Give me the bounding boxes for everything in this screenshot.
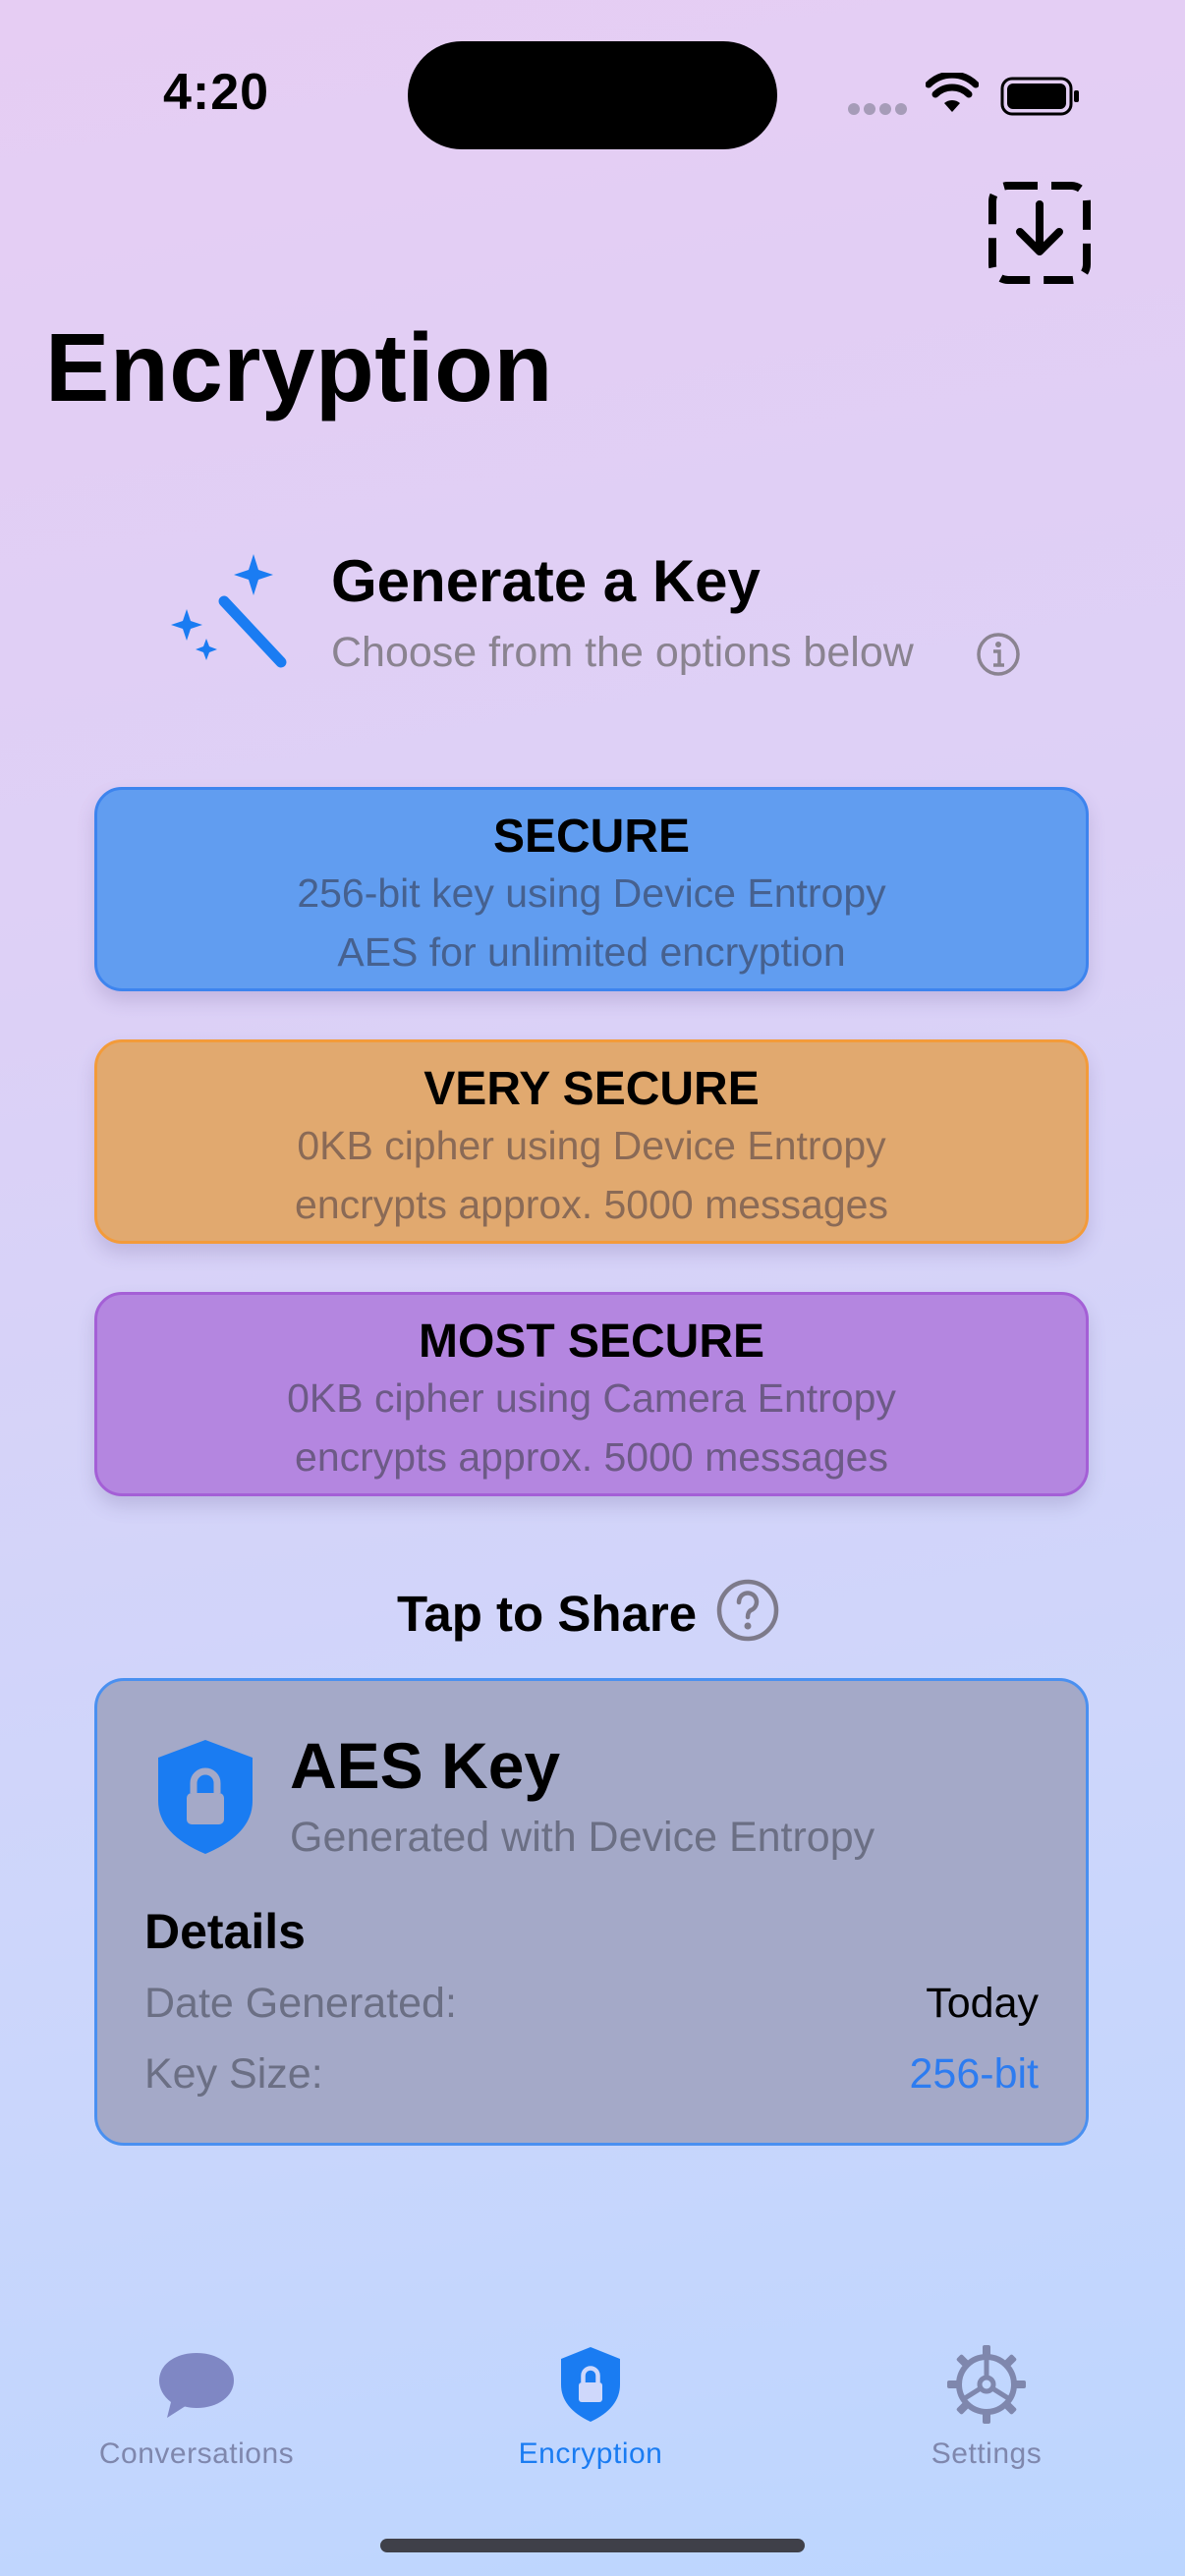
magic-wand-sparkles-icon [171, 554, 287, 668]
option-line: encrypts approx. 5000 messages [295, 1434, 888, 1480]
import-arrow-down-icon[interactable] [988, 181, 1092, 285]
info-icon[interactable] [976, 632, 1021, 677]
option-title: VERY SECURE [423, 1063, 760, 1115]
tab-label: Conversations [98, 2437, 295, 2470]
aes-key-card[interactable]: AES Key Generated with Device Entropy De… [94, 1678, 1089, 2146]
status-time: 4:20 [163, 64, 270, 121]
cellular-signal-icon [848, 103, 907, 115]
gear-icon [947, 2345, 1026, 2424]
key-title: AES Key [290, 1729, 561, 1802]
home-indicator [380, 2539, 805, 2552]
key-size-value: 256-bit [909, 2050, 1039, 2098]
date-generated-label: Date Generated: [144, 1980, 457, 2027]
lock-shield-icon [561, 2347, 620, 2422]
option-line: 0KB cipher using Camera Entropy [287, 1375, 896, 1421]
wifi-icon [926, 73, 979, 112]
dynamic-island [408, 41, 777, 149]
page-title: Encryption [45, 313, 553, 421]
tab-settings[interactable]: Settings [859, 2343, 1114, 2471]
key-size-label: Key Size: [144, 2050, 323, 2098]
tap-to-share-label: Tap to Share [397, 1586, 698, 1642]
help-question-icon[interactable] [715, 1578, 780, 1643]
option-line: 0KB cipher using Device Entropy [297, 1123, 886, 1168]
very-secure-option-button[interactable]: VERY SECURE 0KB cipher using Device Entr… [94, 1039, 1089, 1244]
option-line: AES for unlimited encryption [337, 929, 846, 975]
key-subtitle: Generated with Device Entropy [290, 1814, 875, 1861]
generate-key-title: Generate a Key [331, 548, 761, 614]
tab-conversations[interactable]: Conversations [69, 2343, 324, 2471]
option-title: SECURE [492, 811, 691, 863]
battery-icon [1000, 77, 1079, 116]
generate-key-subtitle: Choose from the options below [331, 629, 914, 676]
option-line: 256-bit key using Device Entropy [297, 870, 886, 916]
lock-shield-icon [158, 1740, 253, 1854]
secure-option-button[interactable]: SECURE 256-bit key using Device Entropy … [94, 787, 1089, 991]
tab-encryption[interactable]: Encryption [463, 2343, 718, 2471]
option-title: MOST SECURE [418, 1316, 765, 1368]
tab-label: Settings [931, 2437, 1043, 2470]
date-generated-value: Today [926, 1980, 1039, 2027]
most-secure-option-button[interactable]: MOST SECURE 0KB cipher using Camera Entr… [94, 1292, 1089, 1496]
details-heading: Details [144, 1904, 306, 1959]
option-line: encrypts approx. 5000 messages [295, 1182, 888, 1227]
tab-label: Encryption [518, 2437, 663, 2470]
chat-bubble-icon [159, 2353, 234, 2418]
